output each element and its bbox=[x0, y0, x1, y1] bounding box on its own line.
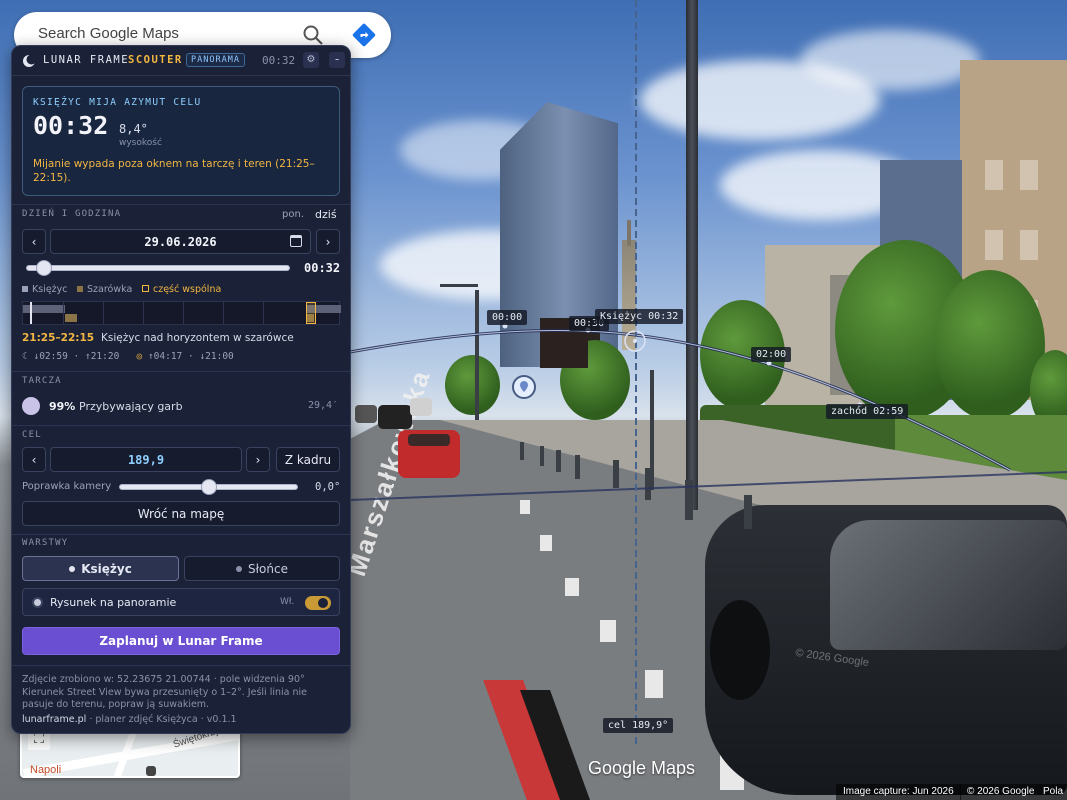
illumination: 99% bbox=[49, 400, 76, 413]
disc-size: 29,4′ bbox=[308, 400, 339, 411]
google-maps-watermark: Google Maps bbox=[588, 758, 696, 778]
layer-sun-button[interactable]: Słońce bbox=[184, 556, 340, 581]
moon-now-label: Księżyc 00:32 bbox=[595, 309, 684, 324]
sun-small-icon: ◎ bbox=[136, 351, 143, 362]
moonset-label: zachód 02:59 bbox=[826, 404, 909, 419]
footer-hint: Kierunek Street View bywa przesunięty o … bbox=[22, 686, 307, 711]
legend-twilight-label: Szarówka bbox=[87, 284, 133, 295]
policy-credit[interactable]: Pola bbox=[1041, 784, 1067, 800]
azimuth-decrease-button[interactable]: ‹ bbox=[22, 447, 46, 472]
date-input[interactable]: 29.06.2026 bbox=[50, 229, 311, 254]
legend-twilight: Szarówka bbox=[77, 284, 132, 295]
azimuth-alert-card: KSIĘŻYC MIJA AZYMUT CELU 00:32 8,4° wyso… bbox=[22, 86, 340, 196]
lunar-frame-panel: LUNAR FRAME SCOUTER PANORAMA 00:32 ⚙ - K… bbox=[11, 45, 351, 734]
radio-icon bbox=[34, 599, 41, 606]
back-to-map-button[interactable]: Wróć na mapę bbox=[22, 501, 340, 526]
horizon-line bbox=[349, 471, 1067, 501]
camera-correction-label: Poprawka kamery bbox=[22, 481, 112, 492]
brand-name: LUNAR FRAME bbox=[43, 54, 130, 66]
azimuth-increase-button[interactable]: › bbox=[246, 447, 270, 472]
section-disc: TARCZA bbox=[22, 376, 62, 386]
time-value: 00:32 bbox=[304, 261, 341, 275]
alert-altitude: 8,4° bbox=[119, 122, 148, 136]
drawing-state: Wł. bbox=[280, 597, 295, 607]
copyright-credit[interactable]: © 2026 Google bbox=[960, 784, 1042, 800]
azimuth-value: 189,9 bbox=[127, 452, 165, 467]
next-day-button[interactable]: › bbox=[316, 229, 340, 254]
camera-correction-value: 0,0° bbox=[315, 481, 341, 493]
window-description: Księżyc nad horyzontem w szarówce bbox=[101, 332, 294, 344]
brand-accent: SCOUTER bbox=[128, 54, 183, 66]
header-time: 00:32 bbox=[262, 54, 296, 67]
sunset-time: ↓21:00 bbox=[199, 351, 234, 362]
moon-phase-icon bbox=[22, 397, 40, 415]
window-range: 21:25–22:15 bbox=[22, 332, 95, 344]
time-slider[interactable] bbox=[26, 260, 290, 276]
alert-altitude-label: wysokość bbox=[119, 138, 162, 148]
legend-common-label: część wspólna bbox=[153, 284, 222, 295]
footer-info: Zdjęcie zrobiono w: 52.23675 21.00744 · … bbox=[22, 674, 340, 726]
section-target: CEL bbox=[22, 430, 42, 440]
layer-sun-label: Słońce bbox=[248, 561, 288, 576]
moon-logo-icon bbox=[23, 54, 36, 67]
layer-moon-label: Księżyc bbox=[81, 561, 132, 576]
phase-name: Przybywający garb bbox=[79, 400, 183, 413]
mode-badge: PANORAMA bbox=[186, 53, 245, 67]
from-frame-button[interactable]: Z kadru bbox=[276, 447, 340, 472]
layer-moon-dot bbox=[69, 565, 76, 572]
moonset-time: ↓02:59 bbox=[33, 351, 68, 362]
layer-moon-button[interactable]: Księżyc bbox=[22, 556, 179, 581]
visibility-timeline[interactable] bbox=[22, 301, 341, 325]
target-azimuth-label: cel 189,9° bbox=[603, 718, 674, 733]
moonrise-time: ↑21:20 bbox=[84, 351, 120, 362]
panel-header: LUNAR FRAME SCOUTER PANORAMA 00:32 ⚙ - bbox=[12, 46, 350, 76]
section-layers: WARSTWY bbox=[22, 538, 69, 548]
today-link[interactable]: dziś bbox=[315, 208, 337, 221]
legend-moon: Księżyc bbox=[22, 284, 68, 295]
drawing-label: Rysunek na panoramie bbox=[50, 596, 177, 609]
search-input[interactable] bbox=[38, 25, 278, 42]
date-value: 29.06.2026 bbox=[144, 234, 217, 249]
weekday-label: pon. bbox=[282, 209, 304, 220]
azimuth-input[interactable]: 189,9 bbox=[50, 447, 242, 472]
alert-time: 00:32 bbox=[33, 111, 109, 140]
time-slider-thumb[interactable] bbox=[35, 260, 52, 276]
camera-correction-slider[interactable] bbox=[119, 479, 298, 495]
transit-icon bbox=[146, 766, 156, 776]
calendar-icon[interactable] bbox=[290, 235, 302, 247]
image-capture-credit: Image capture: Jun 2026 bbox=[836, 784, 961, 800]
alert-warning: Mijanie wypada poza oknem na tarczę i te… bbox=[33, 158, 315, 184]
moon-small-icon: ☾ bbox=[22, 351, 28, 362]
minimize-button[interactable]: - bbox=[329, 52, 345, 68]
drawing-toggle-switch[interactable] bbox=[305, 596, 331, 610]
minimap-poi-label: Napoli bbox=[30, 764, 62, 776]
rise-set-times: ☾ ↓02:59 · ↑21:20 ◎ ↑04:17 · ↓21:00 bbox=[22, 351, 234, 362]
footer-site-link[interactable]: lunarframe.pl bbox=[22, 714, 86, 725]
legend-moon-label: Księżyc bbox=[32, 284, 68, 295]
moon-arc bbox=[349, 329, 1011, 472]
directions-icon[interactable] bbox=[352, 23, 376, 47]
drawing-toggle-row[interactable]: Rysunek na panoramie Wł. bbox=[22, 588, 340, 616]
settings-icon[interactable]: ⚙ bbox=[303, 52, 319, 68]
prev-day-button[interactable]: ‹ bbox=[22, 229, 46, 254]
legend-common: część wspólna bbox=[142, 284, 221, 295]
camera-correction-thumb[interactable] bbox=[200, 479, 217, 495]
section-datetime: DZIEŃ I GODZINA bbox=[22, 209, 122, 219]
plan-button[interactable]: Zaplanuj w Lunar Frame bbox=[22, 627, 340, 655]
alert-title: KSIĘŻYC MIJA AZYMUT CELU bbox=[33, 97, 202, 108]
search-icon[interactable] bbox=[302, 24, 324, 46]
path-label-0000: 00:00 bbox=[487, 310, 528, 325]
sunrise-time: ↑04:17 bbox=[147, 351, 183, 362]
footer-tagline: · planer zdjęć Księżyca · v0.1.1 bbox=[89, 713, 237, 725]
path-label-0200: 02:00 bbox=[751, 347, 792, 362]
footer-location: Zdjęcie zrobiono w: 52.23675 21.00744 · … bbox=[22, 674, 305, 685]
layer-sun-dot bbox=[236, 565, 243, 572]
